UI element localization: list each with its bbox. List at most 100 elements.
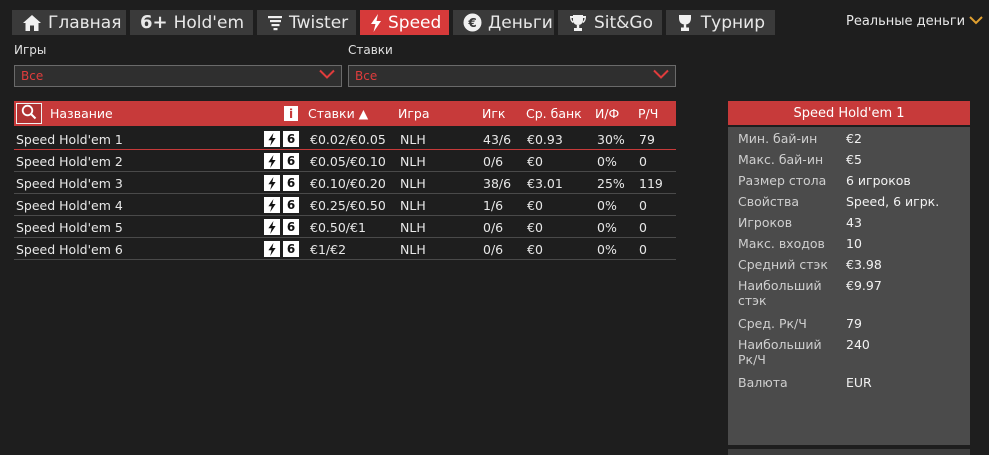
table-row[interactable]: Speed Hold'em 2 6 €0.05/€0.10 NLH 0/6 €0… bbox=[14, 150, 676, 172]
table-header: Название i Ставки ▲ Игра Игк Ср. банк И/… bbox=[14, 101, 676, 126]
row-game: NLH bbox=[400, 176, 426, 191]
tab-speed[interactable]: Speed bbox=[360, 10, 449, 35]
tab-money[interactable]: € Деньги bbox=[453, 10, 554, 35]
row-hands: 0 bbox=[639, 154, 647, 169]
lightning-icon bbox=[264, 197, 280, 213]
money-mode-selector[interactable]: Реальные деньги bbox=[846, 14, 983, 29]
lightning-icon bbox=[264, 131, 280, 147]
row-stakes: €0.10/€0.20 bbox=[310, 176, 386, 191]
row-hands: 79 bbox=[639, 132, 655, 147]
info-icon[interactable]: i bbox=[284, 106, 298, 121]
row-name: Speed Hold'em 3 bbox=[16, 176, 123, 191]
column-flop[interactable]: И/Ф bbox=[595, 106, 619, 121]
seats-badge: 6 bbox=[283, 219, 299, 235]
tab-holdem[interactable]: 6+ Hold'em bbox=[130, 10, 253, 35]
row-hands: 0 bbox=[639, 198, 647, 213]
details-panel: Мин. бай-ин €2 Макс. бай-ин €5 Размер ст… bbox=[728, 127, 970, 445]
detail-value: 79 bbox=[846, 316, 862, 331]
detail-label: Макс. входов bbox=[738, 236, 825, 251]
tab-holdem-label: Hold'em bbox=[173, 12, 244, 33]
chevron-down-icon bbox=[653, 69, 669, 83]
money-mode-label: Реальные деньги bbox=[846, 14, 966, 29]
games-filter-label: Игры bbox=[14, 43, 47, 57]
lightning-icon bbox=[370, 13, 382, 33]
trophy-icon bbox=[568, 13, 588, 33]
euro-coin-icon: € bbox=[463, 13, 482, 33]
table-row[interactable]: Speed Hold'em 1 6 €0.02/€0.05 NLH 43/6 €… bbox=[14, 128, 676, 150]
tab-speed-label: Speed bbox=[388, 12, 442, 33]
games-filter-select[interactable]: Все bbox=[14, 65, 342, 87]
row-game: NLH bbox=[400, 242, 426, 257]
row-hands: 0 bbox=[639, 242, 647, 257]
column-avg-pot[interactable]: Ср. банк bbox=[526, 106, 582, 121]
detail-value: 43 bbox=[846, 215, 862, 230]
detail-label: Свойства bbox=[738, 194, 800, 209]
seats-badge: 6 bbox=[283, 153, 299, 169]
column-players[interactable]: Игк bbox=[482, 106, 505, 121]
lightning-icon bbox=[264, 219, 280, 235]
row-players: 0/6 bbox=[483, 154, 504, 169]
row-players: 0/6 bbox=[483, 242, 504, 257]
row-hands: 0 bbox=[639, 220, 647, 235]
stakes-filter-select[interactable]: Все bbox=[348, 65, 676, 87]
table-body: Speed Hold'em 1 6 €0.02/€0.05 NLH 43/6 €… bbox=[14, 128, 676, 260]
row-flop: 0% bbox=[597, 154, 617, 169]
seats-badge: 6 bbox=[283, 175, 299, 191]
row-stakes: €0.25/€0.50 bbox=[310, 198, 386, 213]
detail-value: EUR bbox=[846, 375, 872, 390]
row-avg-pot: €0 bbox=[527, 198, 543, 213]
row-name: Speed Hold'em 4 bbox=[16, 198, 123, 213]
row-name: Speed Hold'em 1 bbox=[16, 132, 123, 147]
row-stakes: €1/€2 bbox=[310, 242, 347, 257]
tab-home[interactable]: Главная bbox=[12, 10, 126, 35]
tab-twister[interactable]: Twister bbox=[257, 10, 356, 35]
row-game: NLH bbox=[400, 220, 426, 235]
tab-sitgo[interactable]: Sit&Go bbox=[558, 10, 662, 35]
row-flop: 0% bbox=[597, 220, 617, 235]
row-avg-pot: €0 bbox=[527, 242, 543, 257]
row-game: NLH bbox=[400, 132, 426, 147]
stakes-filter-label: Ставки bbox=[348, 43, 393, 57]
row-game: NLH bbox=[400, 198, 426, 213]
row-flop: 0% bbox=[597, 198, 617, 213]
seats-badge: 6 bbox=[283, 131, 299, 147]
detail-value: €5 bbox=[846, 152, 862, 167]
row-stakes: €0.50/€1 bbox=[310, 220, 366, 235]
stakes-filter-value: Все bbox=[355, 69, 378, 83]
home-icon bbox=[22, 13, 42, 33]
column-name[interactable]: Название bbox=[50, 106, 113, 121]
row-stakes: €0.02/€0.05 bbox=[310, 132, 386, 147]
column-hands[interactable]: Р/Ч bbox=[638, 106, 658, 121]
panel-divider bbox=[728, 449, 970, 455]
table-row[interactable]: Speed Hold'em 3 6 €0.10/€0.20 NLH 38/6 €… bbox=[14, 172, 676, 194]
tab-money-label: Деньги bbox=[488, 12, 553, 33]
table-row[interactable]: Speed Hold'em 5 6 €0.50/€1 NLH 0/6 €0 0%… bbox=[14, 216, 676, 238]
row-stakes: €0.05/€0.10 bbox=[310, 154, 386, 169]
column-game[interactable]: Игра bbox=[398, 106, 430, 121]
detail-label: Игроков bbox=[738, 215, 793, 230]
table-row[interactable]: Speed Hold'em 6 6 €1/€2 NLH 0/6 €0 0% 0 bbox=[14, 238, 676, 260]
chevron-down-icon bbox=[319, 69, 335, 83]
table-row[interactable]: Speed Hold'em 4 6 €0.25/€0.50 NLH 1/6 €0… bbox=[14, 194, 676, 216]
row-avg-pot: €0.93 bbox=[527, 132, 563, 147]
detail-label: Наибольший стэк bbox=[738, 278, 822, 308]
detail-label: Сред. Рк/Ч bbox=[738, 316, 807, 331]
search-icon bbox=[21, 104, 37, 123]
row-name: Speed Hold'em 6 bbox=[16, 242, 123, 257]
search-button[interactable] bbox=[16, 103, 42, 124]
details-title: Speed Hold'em 1 bbox=[728, 101, 970, 125]
lightning-icon bbox=[264, 241, 280, 257]
tab-tournament-label: Турнир bbox=[700, 12, 765, 33]
detail-label: Макс. бай-ин bbox=[738, 152, 824, 167]
tornado-icon bbox=[267, 13, 283, 33]
detail-value: 240 bbox=[846, 337, 870, 352]
row-avg-pot: €3.01 bbox=[527, 176, 563, 191]
detail-value: €3.98 bbox=[846, 257, 882, 272]
column-stakes[interactable]: Ставки ▲ bbox=[308, 106, 368, 121]
row-flop: 0% bbox=[597, 242, 617, 257]
row-name: Speed Hold'em 5 bbox=[16, 220, 123, 235]
tab-tournament[interactable]: Турнир bbox=[666, 10, 775, 35]
lightning-icon bbox=[264, 153, 280, 169]
seats-badge: 6 bbox=[283, 197, 299, 213]
row-avg-pot: €0 bbox=[527, 220, 543, 235]
